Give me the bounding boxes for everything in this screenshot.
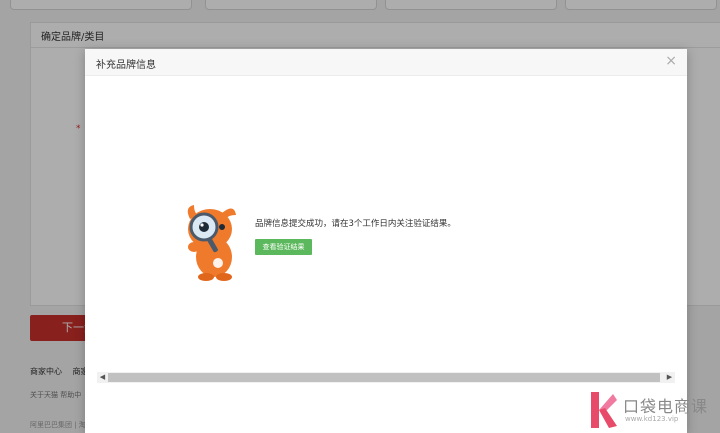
- success-message: 品牌信息提交成功，请在3个工作日内关注验证结果。: [255, 219, 456, 229]
- watermark-logo-icon: [591, 392, 617, 428]
- dialog-header: 补充品牌信息 ×: [85, 49, 687, 76]
- close-icon[interactable]: ×: [665, 53, 677, 69]
- watermark: 口袋电商课 www.kd123.vip: [585, 388, 720, 433]
- horizontal-scrollbar[interactable]: ◀ ▶: [97, 372, 675, 383]
- dialog-title: 补充品牌信息: [96, 60, 156, 71]
- watermark-name: 口袋电商课: [623, 397, 709, 416]
- scroll-thumb[interactable]: [108, 373, 660, 382]
- mascot-magnifier-illustration: [187, 205, 236, 281]
- watermark-url: www.kd123.vip: [625, 415, 679, 423]
- brand-info-dialog: 补充品牌信息 × 品牌信息提交成功，请在3个工作日内关注验证结果。 查看验证结果…: [85, 49, 687, 433]
- check-result-button[interactable]: 查看验证结果: [255, 239, 312, 255]
- scroll-right-icon[interactable]: ▶: [664, 372, 675, 383]
- scroll-left-icon[interactable]: ◀: [97, 372, 108, 383]
